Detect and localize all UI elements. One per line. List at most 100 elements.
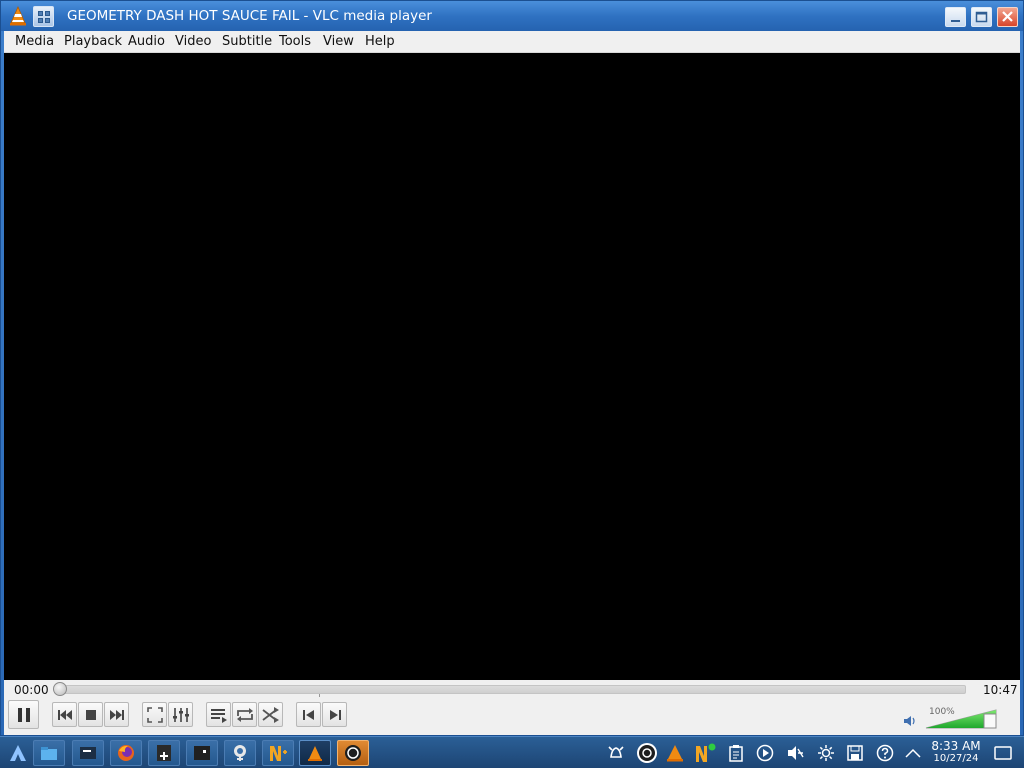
show-desktop-icon [994, 746, 1012, 760]
loop-icon [236, 707, 253, 722]
file-manager-icon [41, 747, 57, 760]
previous-icon [57, 709, 72, 720]
menu-bar: Media Playback Audio Video Subtitle Tool… [4, 31, 1020, 53]
menu-subtitle[interactable]: Subtitle [222, 34, 272, 49]
settings-icon [234, 745, 246, 761]
fullscreen-icon [146, 706, 163, 723]
tray-app[interactable] [694, 743, 716, 762]
obs-icon [345, 745, 361, 761]
tray-save[interactable] [846, 744, 864, 762]
shuffle-button[interactable] [258, 702, 283, 727]
obs-tray-icon [637, 743, 657, 763]
volume-handle[interactable] [983, 713, 997, 729]
tray-notification[interactable] [607, 744, 625, 762]
volume-slider[interactable] [924, 708, 998, 729]
tray-obs[interactable] [636, 742, 658, 764]
menu-tools[interactable]: Tools [279, 34, 311, 49]
frame-back-icon [302, 709, 314, 720]
notification-bell-icon [608, 746, 624, 758]
taskbar-obs[interactable] [337, 740, 369, 766]
taskbar-terminal[interactable] [72, 740, 104, 766]
tray-media-player[interactable] [756, 744, 774, 762]
tray-vlc[interactable] [666, 744, 684, 762]
app-tray-icon [696, 743, 716, 762]
menu-video[interactable]: Video [175, 34, 211, 49]
total-time[interactable]: 10:47 [983, 683, 1018, 697]
taskbar [0, 736, 1024, 768]
title-bar[interactable]: GEOMETRY DASH HOT SAUCE FAIL - VLC media… [1, 1, 1023, 31]
calculator-icon [157, 745, 171, 761]
seek-chapter-marker [319, 694, 320, 697]
playlist-icon [210, 708, 227, 723]
taskbar-clock[interactable]: 8:33 AM 10/27/24 [928, 739, 984, 765]
menu-help[interactable]: Help [365, 34, 395, 49]
menu-audio[interactable]: Audio [128, 34, 165, 49]
taskbar-settings[interactable] [224, 740, 256, 766]
playlist-button[interactable] [206, 702, 231, 727]
taskbar-calculator[interactable] [148, 740, 180, 766]
terminal-icon [80, 747, 96, 759]
vlc-icon [308, 746, 322, 761]
loop-button[interactable] [232, 702, 257, 727]
volume-muted-icon [788, 746, 804, 760]
taskbar-file-manager[interactable] [33, 740, 65, 766]
tray-clipboard[interactable] [727, 744, 745, 762]
video-area[interactable] [4, 53, 1020, 680]
stop-button[interactable] [78, 702, 103, 727]
frame-forward-icon [329, 709, 341, 720]
fullscreen-button[interactable] [142, 702, 167, 727]
show-desktop-button[interactable] [994, 744, 1012, 762]
maximize-icon [975, 11, 988, 23]
next-button[interactable] [104, 702, 129, 727]
previous-button[interactable] [52, 702, 77, 727]
close-button[interactable] [997, 7, 1018, 27]
tray-help[interactable] [876, 744, 894, 762]
elapsed-time[interactable]: 00:00 [14, 683, 49, 697]
taskbar-vlc[interactable] [299, 740, 331, 766]
vlc-tray-icon [667, 745, 683, 762]
show-hidden-icon [905, 748, 921, 758]
frame-back-button[interactable] [296, 702, 321, 727]
stop-icon [85, 709, 96, 720]
extended-settings-icon [172, 707, 189, 722]
next-icon [109, 709, 124, 720]
frame-forward-button[interactable] [322, 702, 347, 727]
media-player-icon [756, 744, 774, 762]
start-menu-icon [10, 745, 26, 761]
minimize-button[interactable] [945, 7, 966, 27]
start-menu-button[interactable] [2, 740, 34, 766]
tray-volume[interactable] [786, 744, 804, 762]
clock-time: 8:33 AM [931, 739, 981, 753]
tray-show-hidden[interactable] [904, 744, 922, 762]
tray-brightness[interactable] [817, 744, 835, 762]
minimize-icon [951, 20, 960, 22]
vlc-logo-icon[interactable] [8, 6, 28, 26]
help-icon [876, 744, 894, 762]
control-panel: 00:00 10:47 100% [4, 680, 1020, 735]
menu-view[interactable]: View [323, 34, 354, 49]
firefox-icon [118, 745, 134, 761]
menu-media[interactable]: Media [15, 34, 54, 49]
menu-playback[interactable]: Playback [64, 34, 122, 49]
taskbar-firefox[interactable] [110, 740, 142, 766]
text-app-icon [270, 746, 287, 761]
window-menu-button[interactable] [33, 6, 54, 27]
vlc-window: GEOMETRY DASH HOT SAUCE FAIL - VLC media… [0, 0, 1024, 736]
app-icon [194, 746, 210, 760]
clipboard-icon [729, 745, 743, 762]
speaker-icon[interactable] [903, 715, 917, 727]
pause-icon [17, 707, 30, 722]
extended-settings-button[interactable] [168, 702, 193, 727]
shuffle-icon [261, 706, 279, 723]
window-title: GEOMETRY DASH HOT SAUCE FAIL - VLC media… [67, 8, 432, 24]
brightness-icon [818, 745, 834, 761]
maximize-button[interactable] [971, 7, 992, 27]
clock-date: 10/27/24 [933, 753, 979, 764]
seek-bar[interactable] [53, 682, 966, 696]
save-icon [847, 745, 863, 761]
seek-handle[interactable] [53, 682, 67, 696]
taskbar-text-app[interactable] [262, 740, 294, 766]
pause-button[interactable] [8, 700, 39, 729]
taskbar-app[interactable] [186, 740, 218, 766]
close-icon [1002, 11, 1013, 22]
